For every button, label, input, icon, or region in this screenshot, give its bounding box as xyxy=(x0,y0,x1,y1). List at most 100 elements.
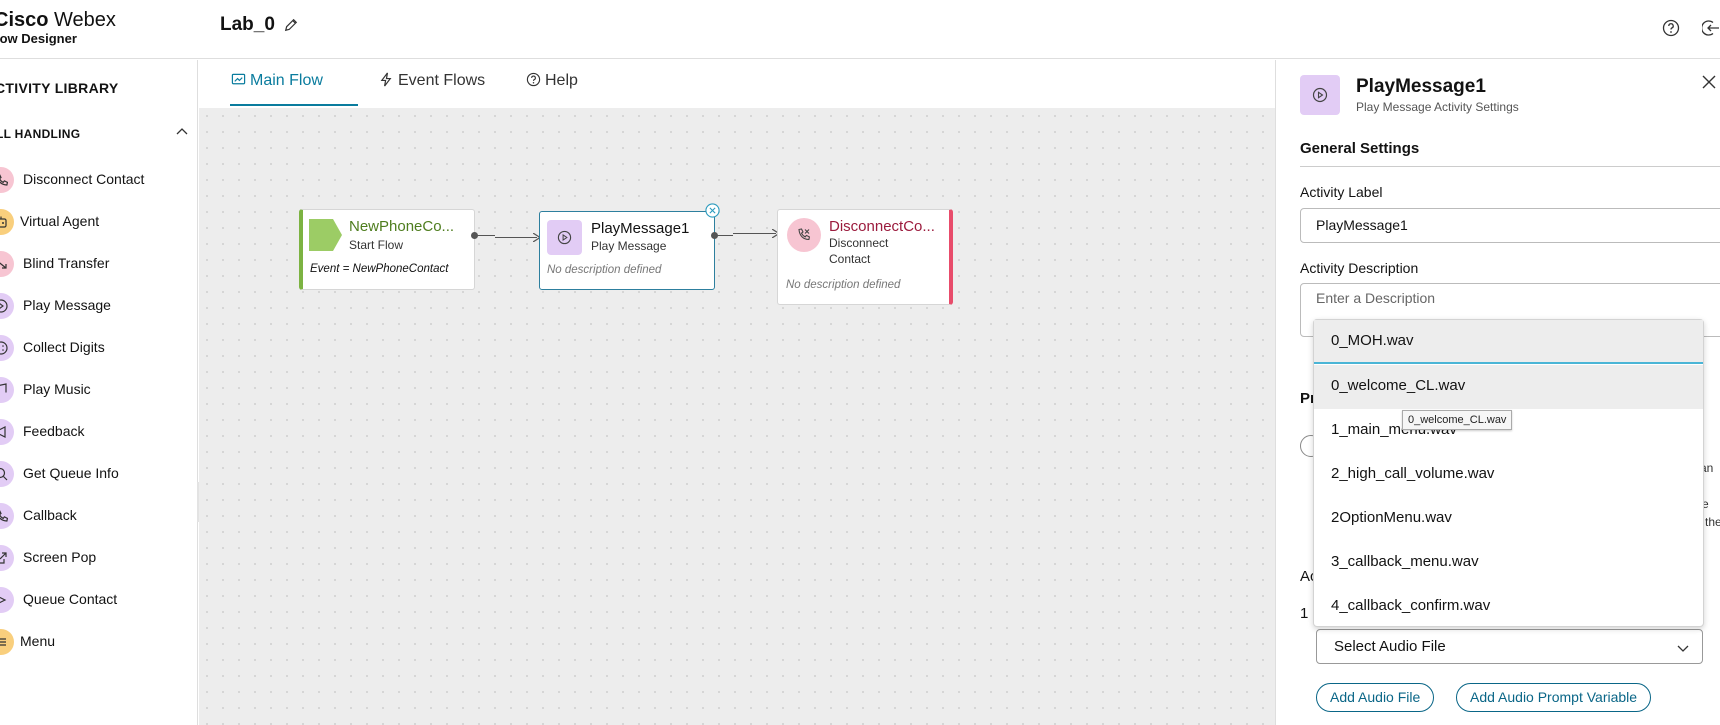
activity-item[interactable]: Play Music xyxy=(0,375,197,405)
play-node-icon-box xyxy=(547,220,582,255)
disconnect-node-icon-box xyxy=(787,218,821,252)
activity-item-label: Feedback xyxy=(23,423,85,439)
select-audio-file-value: Select Audio File xyxy=(1334,638,1446,655)
activity-icon-box xyxy=(0,419,14,445)
panel-title: PlayMessage1 xyxy=(1356,76,1486,97)
start-node-title: NewPhoneCo... xyxy=(349,218,455,235)
activity-library-sidebar: CTIVITY LIBRARY LL HANDLING Disconnect C… xyxy=(0,60,198,725)
music-icon xyxy=(0,383,7,393)
activity-item[interactable]: Disconnect Contact xyxy=(0,165,197,195)
play-icon xyxy=(1312,87,1328,103)
disconnect-node-subtitle-line2: Contact xyxy=(829,252,871,266)
edge-line xyxy=(715,235,733,236)
dropdown-option[interactable]: 2OptionMenu.wav xyxy=(1314,497,1703,541)
activity-icon-box xyxy=(0,335,14,361)
category-call-handling[interactable]: LL HANDLING xyxy=(0,127,80,141)
edge-line xyxy=(475,235,495,236)
activity-item[interactable]: Virtual Agent xyxy=(0,207,197,237)
clipped-text: the xyxy=(1705,515,1720,529)
play-node-subtitle: Play Message xyxy=(591,239,667,253)
activity-item-label: Blind Transfer xyxy=(23,255,110,271)
megaphone-icon xyxy=(0,426,6,438)
pencil-icon[interactable] xyxy=(284,18,298,32)
flow-name: Lab_0 xyxy=(220,14,275,35)
add-audio-file-button[interactable]: Add Audio File xyxy=(1316,683,1435,712)
panel-subtitle: Play Message Activity Settings xyxy=(1356,100,1519,114)
activity-library-title: CTIVITY LIBRARY xyxy=(0,80,119,96)
activity-icon-box xyxy=(0,209,14,235)
edge-line xyxy=(733,233,776,234)
activity-icon-box xyxy=(0,545,14,571)
disconnect-contact-node[interactable]: DisconnectCo... Disconnect Contact No de… xyxy=(777,209,953,305)
help-icon xyxy=(526,72,541,87)
disconnect-icon xyxy=(0,174,8,186)
section-divider xyxy=(1300,166,1720,167)
start-flow-node[interactable]: NewPhoneCo... Start Flow Event = NewPhon… xyxy=(299,209,475,290)
help-icon[interactable] xyxy=(1662,19,1680,37)
activity-icon-box xyxy=(0,629,14,655)
play-node-title: PlayMessage1 xyxy=(591,220,690,237)
activity-item[interactable]: Blind Transfer xyxy=(0,249,197,279)
panel-activity-icon-box xyxy=(1300,75,1340,115)
activity-description-caption: Activity Description xyxy=(1300,260,1419,276)
search-icon xyxy=(0,467,8,481)
start-node-event: Event = NewPhoneContact xyxy=(310,263,449,275)
close-circle-icon[interactable] xyxy=(705,203,720,218)
activity-item[interactable]: Queue Contact xyxy=(0,585,197,615)
activity-icon-box xyxy=(0,293,14,319)
chevron-down-icon xyxy=(1677,645,1689,652)
activity-item-label: Play Music xyxy=(23,381,91,397)
play-icon xyxy=(0,299,8,313)
popout-icon xyxy=(0,552,7,564)
activity-item-label: Screen Pop xyxy=(23,549,97,565)
menu-icon xyxy=(0,638,6,646)
edge-line xyxy=(495,237,537,238)
exit-icon[interactable] xyxy=(1702,19,1720,37)
select-audio-file-dropdown[interactable]: Select Audio File xyxy=(1316,629,1703,664)
activity-item[interactable]: Menu xyxy=(0,627,197,657)
dropdown-option[interactable]: 2_high_call_volume.wav xyxy=(1314,453,1703,497)
dropdown-option[interactable]: 3_callback_menu.wav xyxy=(1314,541,1703,585)
activity-label-input[interactable]: PlayMessage1 xyxy=(1300,208,1720,243)
queue-icon xyxy=(0,596,7,604)
audio-file-dropdown-menu: 0_MOH.wav 0_welcome_CL.wav 1_main_menu.w… xyxy=(1313,319,1704,627)
dropdown-option[interactable]: 0_MOH.wav xyxy=(1314,320,1703,364)
activity-item-label: Queue Contact xyxy=(23,591,118,607)
add-audio-prompt-variable-button[interactable]: Add Audio Prompt Variable xyxy=(1456,683,1652,712)
flow-canvas[interactable]: NewPhoneCo... Start Flow Event = NewPhon… xyxy=(199,108,1275,725)
tab-help[interactable]: Help xyxy=(526,72,616,106)
disconnect-node-title: DisconnectCo... xyxy=(829,218,935,235)
tab-main-flow[interactable]: Main Flow xyxy=(230,72,358,106)
activity-item[interactable]: Get Queue Info xyxy=(0,459,197,489)
play-message-node[interactable]: PlayMessage1 Play Message No description… xyxy=(539,211,715,290)
activity-item[interactable]: Collect Digits xyxy=(0,333,197,363)
activity-icon-box xyxy=(0,587,14,613)
activity-icon-box xyxy=(0,251,14,277)
dropdown-option[interactable]: 0_welcome_CL.wav xyxy=(1314,365,1703,409)
tab-event-flows[interactable]: Event Flows xyxy=(379,72,529,106)
option-tooltip: 0_welcome_CL.wav xyxy=(1402,410,1513,430)
play-icon xyxy=(557,230,572,245)
start-node-subtitle: Start Flow xyxy=(349,238,404,252)
activity-item-label: Play Message xyxy=(23,297,111,313)
activity-item-label: Disconnect Contact xyxy=(23,171,145,187)
activity-label-caption: Activity Label xyxy=(1300,184,1383,200)
activity-item-label: Menu xyxy=(20,633,56,649)
flow-icon xyxy=(231,73,246,85)
lightning-icon xyxy=(380,72,392,87)
general-settings-heading: General Settings xyxy=(1300,140,1420,157)
activity-item[interactable]: Callback xyxy=(0,501,197,531)
activity-icon-box xyxy=(0,377,14,403)
flow-tabs: Main Flow Event Flows Help xyxy=(199,60,1275,108)
activity-item[interactable]: Play Message xyxy=(0,291,197,321)
close-icon[interactable] xyxy=(1701,74,1717,90)
phone-hangup-icon xyxy=(798,228,811,241)
dropdown-option[interactable]: 4_callback_confirm.wav xyxy=(1314,585,1703,629)
disconnect-node-subtitle-line1: Disconnect xyxy=(829,236,889,250)
audio-row-number: 1 xyxy=(1300,605,1309,622)
activity-item[interactable]: Feedback xyxy=(0,417,197,447)
activity-item[interactable]: Screen Pop xyxy=(0,543,197,573)
play-node-description: No description defined xyxy=(547,264,662,276)
chevron-up-icon[interactable] xyxy=(175,125,189,139)
activity-item-label: Virtual Agent xyxy=(20,213,100,229)
